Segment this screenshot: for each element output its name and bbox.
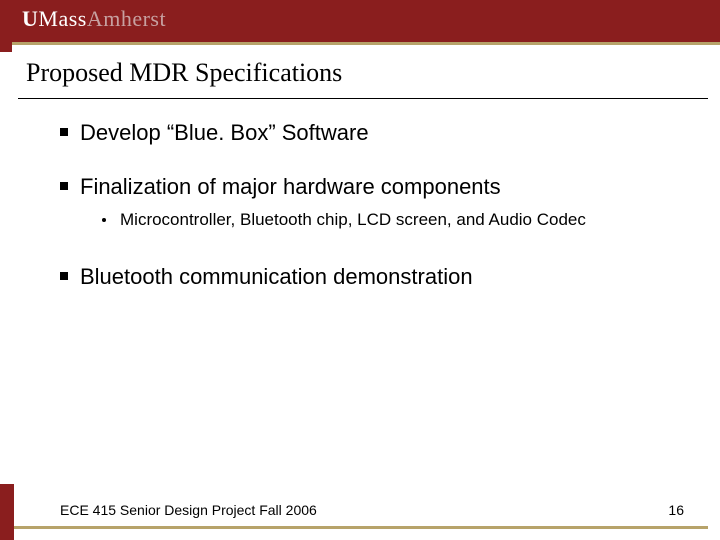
bullet-2: Finalization of major hardware component… [60,174,660,230]
slide: UMassAmherst Proposed MDR Specifications… [0,0,720,540]
logo-amherst: Amherst [87,6,166,31]
bullet-2-1-text: Microcontroller, Bluetooth chip, LCD scr… [120,210,586,229]
slide-title: Proposed MDR Specifications [26,58,342,88]
logo-mass: Mass [38,6,86,31]
title-underline [18,98,708,99]
header-divider [12,42,720,45]
bullet-1: Develop “Blue. Box” Software [60,120,660,146]
bullet-3-text: Bluetooth communication demonstration [80,264,473,289]
bullet-2-1: Microcontroller, Bluetooth chip, LCD scr… [102,210,660,230]
footer-text: ECE 415 Senior Design Project Fall 2006 [60,502,317,518]
bullet-2-text: Finalization of major hardware component… [80,174,501,199]
header-accent-block [0,0,12,52]
university-logo: UMassAmherst [22,6,166,32]
bullet-1-text: Develop “Blue. Box” Software [80,120,369,145]
slide-content: Develop “Blue. Box” Software Finalizatio… [60,120,660,318]
bullet-3: Bluetooth communication demonstration [60,264,660,290]
page-number: 16 [668,502,684,518]
logo-u: U [22,6,38,31]
footer-accent-block [0,484,14,540]
footer-divider [14,526,708,529]
